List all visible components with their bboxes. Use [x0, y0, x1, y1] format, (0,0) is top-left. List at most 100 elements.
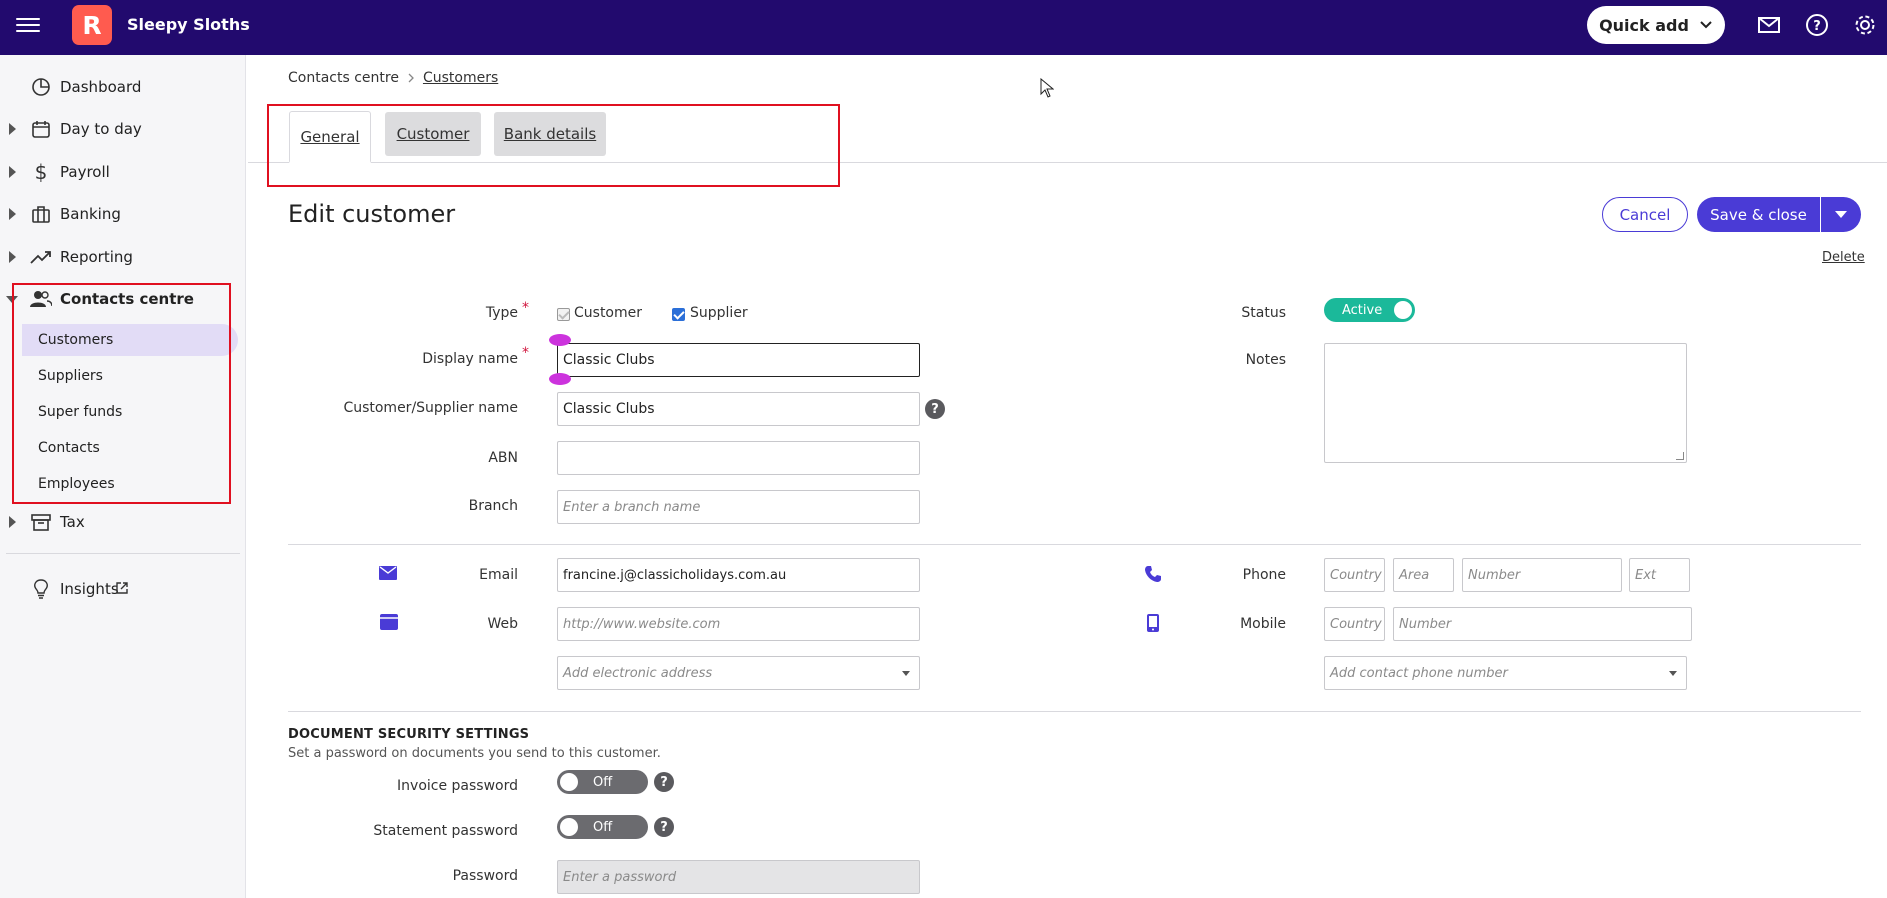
- page-title: Edit customer: [288, 200, 456, 228]
- sidebar-item-payroll[interactable]: $ Payroll: [0, 154, 246, 190]
- sidebar-item-label: Payroll: [60, 163, 110, 181]
- electronic-address-select[interactable]: Add electronic address: [557, 656, 920, 690]
- email-input[interactable]: francine.j@classicholidays.com.au: [557, 558, 920, 592]
- security-section-subtitle: Set a password on documents you send to …: [288, 746, 661, 761]
- abn-label: ABN: [488, 450, 518, 466]
- sidebar-item-label: Reporting: [60, 248, 133, 266]
- expand-caret-icon: [9, 166, 16, 178]
- phone-number-input[interactable]: Number: [1462, 558, 1622, 592]
- dropdown-arrow-icon: [1669, 671, 1677, 676]
- sidebar-item-label: Banking: [60, 205, 121, 223]
- required-marker: *: [522, 345, 529, 361]
- help-icon[interactable]: ?: [1804, 12, 1830, 38]
- mail-icon[interactable]: [1756, 12, 1782, 38]
- abn-input[interactable]: [557, 441, 920, 475]
- question-help-icon[interactable]: ?: [654, 817, 674, 837]
- mobile-phone-icon: [1143, 613, 1163, 633]
- phone-ext-input[interactable]: Ext: [1629, 558, 1690, 592]
- required-marker: *: [522, 300, 529, 316]
- envelope-icon: [378, 563, 398, 583]
- expand-caret-icon: [9, 251, 16, 263]
- people-icon: [30, 288, 52, 310]
- dollar-icon: $: [30, 161, 52, 183]
- status-toggle[interactable]: Active: [1324, 298, 1415, 322]
- sidebar-sub-customers[interactable]: Customers: [22, 324, 238, 356]
- sidebar-item-dashboard[interactable]: Dashboard: [0, 69, 246, 105]
- section-divider: [288, 711, 1861, 712]
- password-label: Password: [452, 868, 518, 884]
- breadcrumb: Contacts centre Customers: [288, 70, 498, 86]
- sidebar-item-insights[interactable]: Insights: [0, 571, 246, 607]
- text-selection-handle-start[interactable]: [549, 334, 571, 346]
- sidebar-item-banking[interactable]: Banking: [0, 196, 246, 232]
- delete-link[interactable]: Delete: [1822, 250, 1865, 265]
- tab-customer[interactable]: Customer: [385, 112, 481, 156]
- business-name: Sleepy Sloths: [127, 15, 250, 34]
- mobile-number-input[interactable]: Number: [1393, 607, 1692, 641]
- sidebar-sub-contacts[interactable]: Contacts: [22, 432, 238, 464]
- phone-area-input[interactable]: Area: [1393, 558, 1454, 592]
- app-logo[interactable]: R: [72, 5, 112, 45]
- quick-add-button[interactable]: Quick add: [1587, 6, 1725, 44]
- section-divider: [288, 544, 1861, 545]
- sidebar-item-day-to-day[interactable]: Day to day: [0, 111, 246, 147]
- mouse-cursor-icon: [1040, 77, 1055, 102]
- breadcrumb-parent[interactable]: Contacts centre: [288, 70, 399, 86]
- sidebar-item-label: Tax: [60, 513, 85, 531]
- collapse-caret-icon: [6, 295, 18, 303]
- web-label: Web: [487, 616, 518, 632]
- contact-phone-placeholder: Add contact phone number: [1330, 665, 1508, 681]
- sidebar-item-label: Dashboard: [60, 78, 142, 96]
- email-label: Email: [479, 567, 518, 583]
- save-options-dropdown[interactable]: [1821, 197, 1861, 232]
- cs-name-label: Customer/Supplier name: [343, 400, 518, 416]
- type-customer-label: Customer: [574, 305, 643, 321]
- tab-general[interactable]: General: [289, 111, 371, 163]
- sidebar: Dashboard Day to day $ Payroll Banking R…: [0, 55, 246, 898]
- invoice-password-toggle[interactable]: Off: [557, 770, 648, 794]
- sidebar-item-label: Insights: [60, 580, 119, 598]
- cancel-button[interactable]: Cancel: [1602, 197, 1688, 232]
- menu-icon[interactable]: [16, 14, 40, 34]
- web-input[interactable]: http://www.website.com: [557, 607, 920, 641]
- password-input[interactable]: Enter a password: [557, 860, 920, 894]
- cs-name-input[interactable]: Classic Clubs: [557, 392, 920, 426]
- svg-text:$: $: [35, 161, 48, 183]
- sidebar-item-contacts-centre[interactable]: Contacts centre: [0, 281, 246, 317]
- question-help-icon[interactable]: ?: [654, 772, 674, 792]
- save-close-button[interactable]: Save & close: [1697, 197, 1820, 232]
- display-name-input[interactable]: Classic Clubs: [557, 343, 920, 377]
- sidebar-sub-employees[interactable]: Employees: [22, 468, 238, 500]
- type-supplier-checkbox[interactable]: [672, 308, 685, 321]
- mobile-label: Mobile: [1240, 616, 1286, 632]
- notes-textarea[interactable]: [1324, 343, 1687, 463]
- contact-phone-select[interactable]: Add contact phone number: [1324, 656, 1687, 690]
- status-label: Status: [1241, 305, 1286, 321]
- breadcrumb-current[interactable]: Customers: [423, 70, 498, 86]
- statement-password-toggle[interactable]: Off: [557, 815, 648, 839]
- chart-line-icon: [30, 246, 52, 268]
- bank-icon: [30, 203, 52, 225]
- branch-input[interactable]: Enter a branch name: [557, 490, 920, 524]
- svg-text:?: ?: [1813, 19, 1821, 34]
- tab-bank-details[interactable]: Bank details: [494, 112, 606, 156]
- sidebar-sub-super-funds[interactable]: Super funds: [22, 396, 238, 428]
- notes-label: Notes: [1245, 352, 1286, 368]
- type-customer-checkbox[interactable]: [557, 308, 570, 321]
- browser-window-icon: [379, 612, 399, 632]
- quick-add-label: Quick add: [1599, 15, 1689, 35]
- mobile-country-input[interactable]: Country: [1324, 607, 1385, 641]
- dashboard-icon: [30, 76, 52, 98]
- security-section-title: DOCUMENT SECURITY SETTINGS: [288, 727, 530, 742]
- question-help-icon[interactable]: ?: [925, 399, 945, 419]
- branch-label: Branch: [468, 498, 518, 514]
- external-link-icon: [115, 581, 129, 599]
- sidebar-item-tax[interactable]: Tax: [0, 504, 246, 540]
- phone-country-input[interactable]: Country: [1324, 558, 1385, 592]
- dropdown-arrow-icon: [902, 671, 910, 676]
- settings-gear-icon[interactable]: [1852, 12, 1878, 38]
- text-selection-handle-end[interactable]: [549, 373, 571, 385]
- sidebar-sub-suppliers[interactable]: Suppliers: [22, 360, 238, 392]
- sidebar-item-reporting[interactable]: Reporting: [0, 239, 246, 275]
- sidebar-item-label: Day to day: [60, 120, 142, 138]
